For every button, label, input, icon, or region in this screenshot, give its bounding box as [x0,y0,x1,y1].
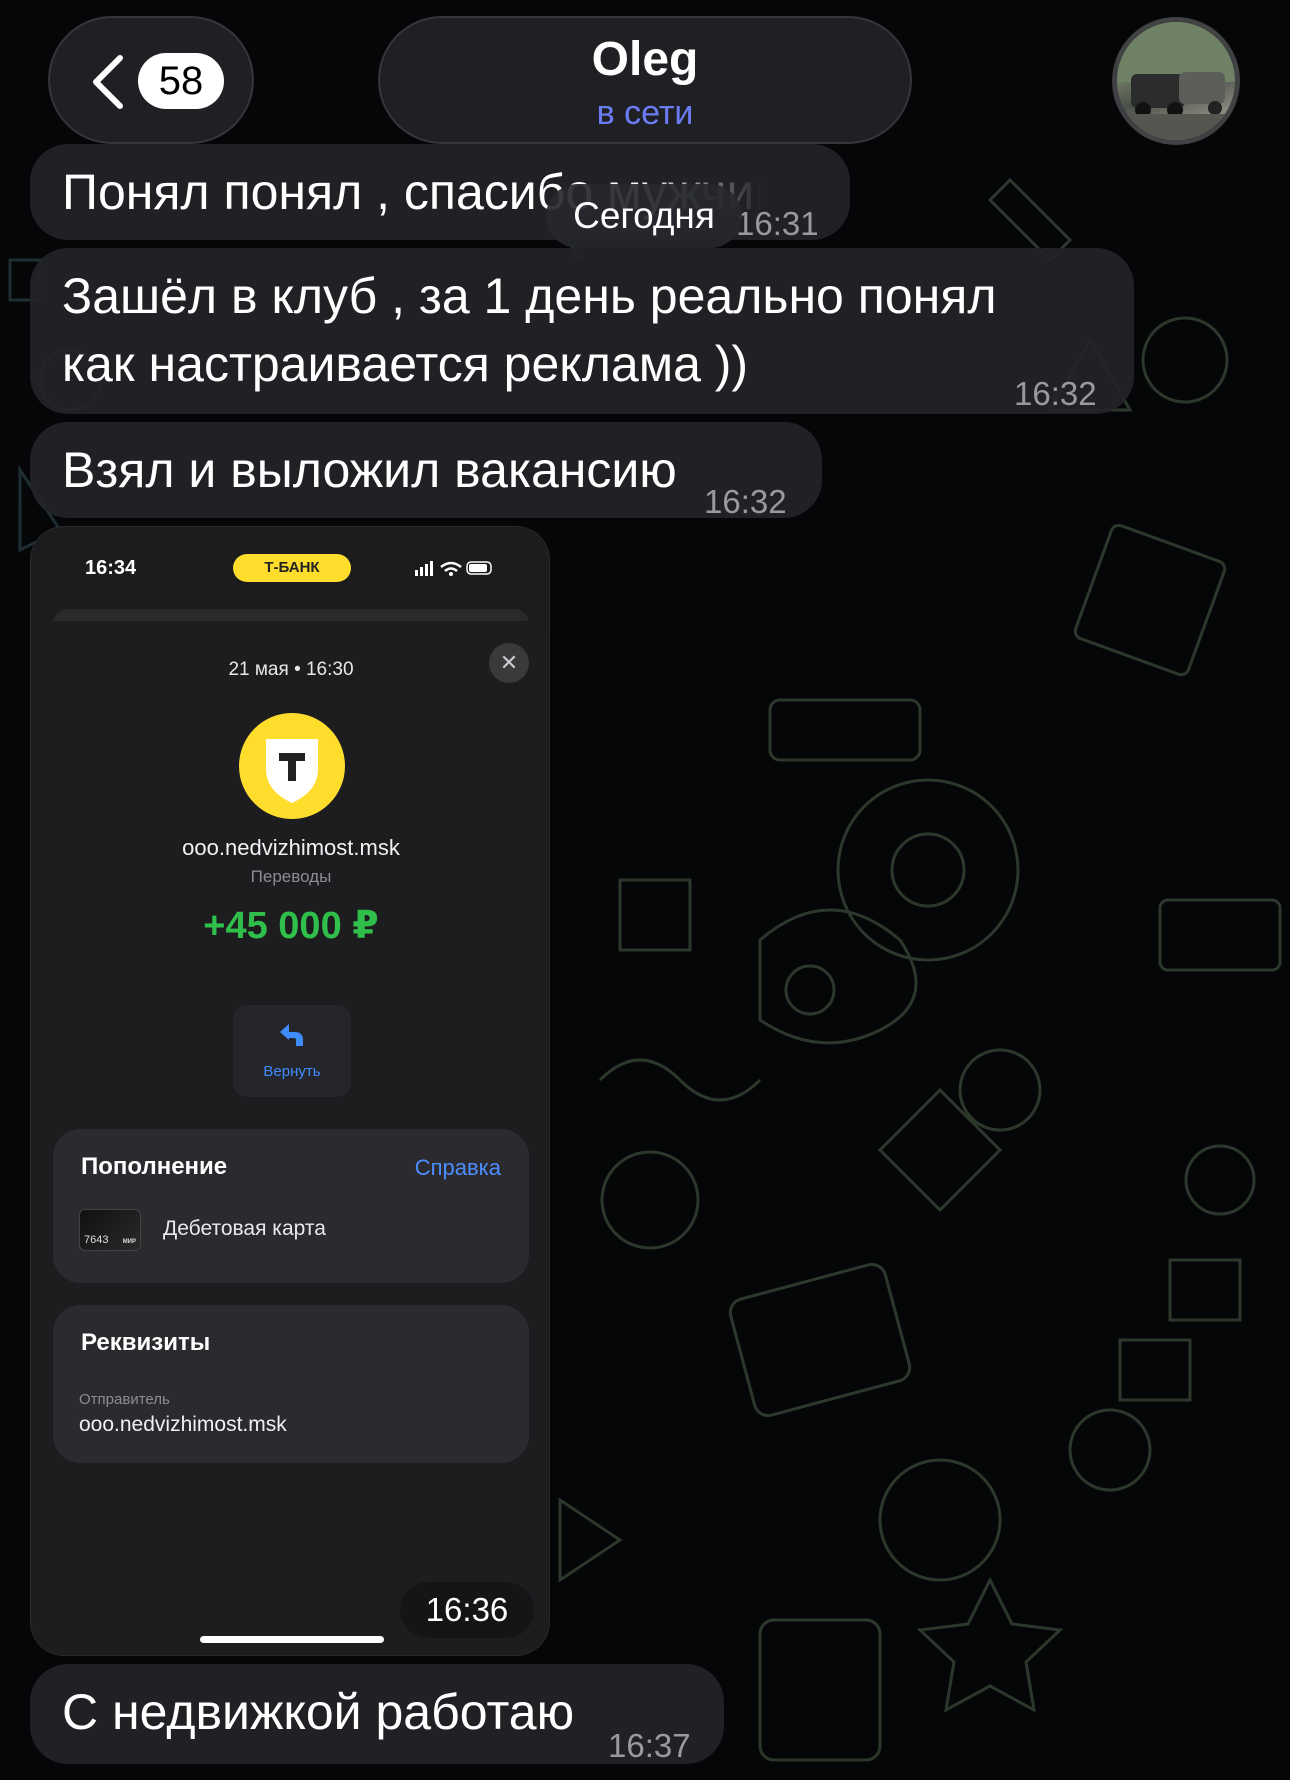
sender-value: ooo.nedvizhimost.msk [79,1413,287,1436]
signal-wifi-battery-icon [415,561,492,576]
date-separator: Сегодня [546,184,742,248]
operation-amount: +45 000 ₽ [203,905,379,947]
chat-header-info[interactable]: Oleg в сети [378,16,912,144]
debit-card-icon: 7643 МИР [79,1209,141,1251]
message-text: С недвижкой работаю [62,1684,575,1740]
message-bubble[interactable]: Зашёл в клуб , за 1 день реально понял к… [30,248,1134,414]
sender-label: Отправитель [79,1391,170,1408]
card-brand: МИР [122,1239,136,1245]
card-name: Дебетовая карта [163,1217,326,1240]
phone-status-time: 16:34 [85,557,137,579]
message-time: 16:37 [608,1727,691,1764]
image-message-time: 16:36 [400,1582,534,1638]
topup-title: Пополнение [81,1153,228,1180]
unread-count-badge: 58 [138,53,224,109]
card-number: 7643 [84,1234,109,1246]
message-time: 16:32 [1014,375,1097,412]
chat-title: Oleg [591,33,699,86]
message-bubble[interactable]: С недвижкой работаю 16:37 [30,1664,724,1764]
message-time: 16:32 [704,483,787,520]
close-icon: ✕ [489,643,529,683]
contact-avatar[interactable] [1112,17,1240,145]
message-bubble[interactable]: Взял и выложил вакансию 16:32 [30,422,822,520]
home-indicator [200,1636,384,1643]
help-link: Справка [414,1155,501,1180]
bank-status-pill: Т-БАНК [233,554,351,582]
message-text: Зашёл в клуб , за 1 день реально понял к… [62,268,997,392]
refund-button: Вернуть [233,1005,351,1097]
back-button[interactable]: 58 [48,16,254,144]
avatar-photo [1117,22,1235,140]
requisites-block: Реквизиты Отправитель ooo.nedvizhimost.m… [53,1305,529,1463]
chevron-left-icon [93,55,123,109]
image-message[interactable]: 16:34 Т-БАНК 21 мая • 16:30 ✕ ooo.nedviz… [30,526,550,1656]
refund-label: Вернуть [263,1063,321,1080]
operation-category: Переводы [250,867,332,886]
requisites-title: Реквизиты [81,1329,211,1356]
message-text: Взял и выложил вакансию [62,442,677,498]
refund-arrow-icon [280,1024,303,1046]
topup-block: Пополнение Справка 7643 МИР Дебетовая ка… [53,1129,529,1283]
operation-sheet: 21 мая • 16:30 ✕ ooo.nedvizhimost.msk Пе… [31,621,549,1655]
bank-logo-icon [239,713,345,819]
payee-name: ooo.nedvizhimost.msk [182,835,400,860]
operation-date: 21 мая • 16:30 [228,659,354,680]
online-status: в сети [596,94,694,132]
